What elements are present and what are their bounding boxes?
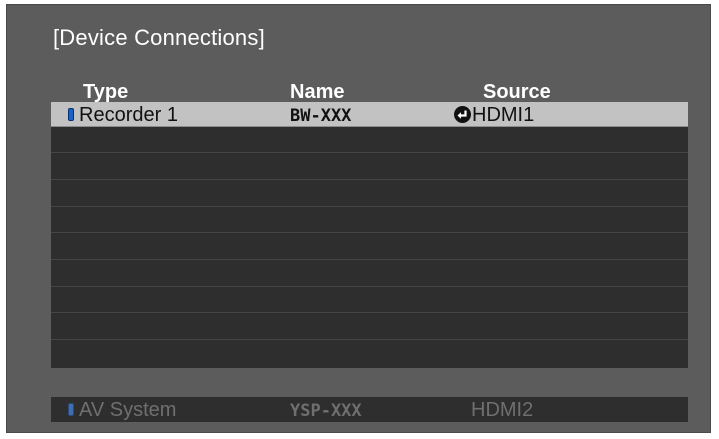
column-header-source: Source	[483, 81, 551, 103]
device-source-label: HDMI1	[472, 104, 535, 126]
device-type-label: AV System	[79, 399, 177, 421]
column-header-type: Type	[83, 81, 129, 103]
list-item-empty	[51, 262, 688, 287]
list-item-empty	[51, 128, 688, 153]
page-title: [Device Connections]	[53, 25, 265, 50]
device-name-cell: BW-XXX	[290, 106, 352, 126]
list-item-empty	[51, 288, 688, 313]
list-item-empty	[51, 235, 688, 260]
device-icon	[68, 108, 74, 121]
device-type-cell: Recorder 1	[68, 104, 178, 126]
device-source-cell: HDMI2	[471, 399, 534, 421]
list-item-empty	[51, 342, 688, 367]
list-item-empty	[51, 208, 688, 233]
device-row-recorder-1[interactable]: Recorder 1 BW-XXX HDMI1	[51, 102, 688, 127]
device-list: Recorder 1 BW-XXX HDMI1	[51, 102, 688, 368]
device-type-cell: AV System	[68, 399, 176, 421]
device-icon	[68, 403, 74, 416]
column-header-name: Name	[290, 81, 345, 103]
device-connections-screen: [Device Connections] Type Name Source Re…	[6, 4, 711, 433]
device-row-av-system[interactable]: AV System YSP-XXX HDMI2	[51, 397, 688, 422]
device-source-cell: HDMI1	[454, 104, 534, 126]
list-item-empty	[51, 155, 688, 180]
link-arrow-icon	[454, 106, 471, 123]
device-name-cell: YSP-XXX	[290, 401, 362, 421]
device-type-label: Recorder 1	[79, 104, 178, 126]
list-item-empty	[51, 182, 688, 207]
list-item-empty	[51, 315, 688, 340]
